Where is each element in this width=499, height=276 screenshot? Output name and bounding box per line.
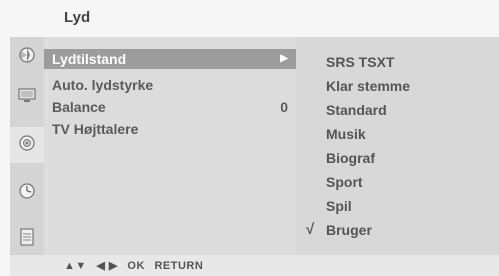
sidebar-item-picture[interactable] xyxy=(10,39,44,75)
sound-icon xyxy=(17,133,37,158)
menu-item-tv-hojttalere[interactable]: TV Højttalere xyxy=(44,119,296,139)
menu-item-lydtilstand[interactable]: Lydtilstand ▶ xyxy=(44,49,296,69)
submenu-option-klar-stemme[interactable]: Klar stemme xyxy=(326,76,410,96)
sound-mode-submenu: SRS TSXT Klar stemme Standard Musik Biog… xyxy=(296,37,499,255)
submenu-option-spil[interactable]: Spil xyxy=(326,196,352,216)
menu-item-auto-lydstyrke[interactable]: Auto. lydstyrke xyxy=(44,75,296,95)
sidebar-item-time[interactable] xyxy=(10,175,44,211)
up-down-arrows-icon: ▲▼ xyxy=(64,260,87,272)
balance-value: 0 xyxy=(280,99,288,115)
picture-icon xyxy=(17,45,37,70)
menu-item-label: Balance xyxy=(52,99,106,115)
submenu-option-musik[interactable]: Musik xyxy=(326,124,366,144)
nav-help-bar: ▲▼ ◀ ▶ OK RETURN xyxy=(10,255,499,276)
time-icon xyxy=(17,181,37,206)
sidebar-item-screen[interactable] xyxy=(10,79,44,115)
menu-item-label: Auto. lydstyrke xyxy=(52,77,154,93)
return-hint: RETURN xyxy=(154,260,204,272)
submenu-option-standard[interactable]: Standard xyxy=(326,100,387,120)
submenu-option-sport[interactable]: Sport xyxy=(326,172,363,192)
sound-menu-osd: Lyd Lydtilstand ▶ Auto. lydstyrke Balanc… xyxy=(0,0,499,276)
sidebar-item-sound[interactable] xyxy=(10,127,44,163)
menu-header: Lyd xyxy=(10,0,499,37)
sound-options-list: Lydtilstand ▶ Auto. lydstyrke Balance 0 … xyxy=(44,37,296,255)
category-sidebar xyxy=(10,37,44,255)
menu-item-balance[interactable]: Balance 0 xyxy=(44,97,296,117)
screen-icon xyxy=(17,86,37,109)
settings-icon xyxy=(18,227,36,252)
check-mark-icon: √ xyxy=(306,221,315,238)
nav-help-text: ▲▼ ◀ ▶ OK RETURN xyxy=(64,259,209,272)
menu-item-label: TV Højttalere xyxy=(52,121,139,137)
submenu-option-srs-tsxt[interactable]: SRS TSXT xyxy=(326,52,394,72)
submenu-arrow-icon: ▶ xyxy=(280,53,288,64)
menu-title: Lyd xyxy=(64,9,91,26)
menu-item-label: Lydtilstand xyxy=(52,51,127,67)
left-right-arrows-icon: ◀ ▶ xyxy=(96,260,118,272)
sidebar-item-settings[interactable] xyxy=(10,221,44,257)
submenu-option-bruger[interactable]: Bruger xyxy=(326,220,372,240)
ok-hint: OK xyxy=(127,260,145,272)
submenu-option-biograf[interactable]: Biograf xyxy=(326,148,375,168)
